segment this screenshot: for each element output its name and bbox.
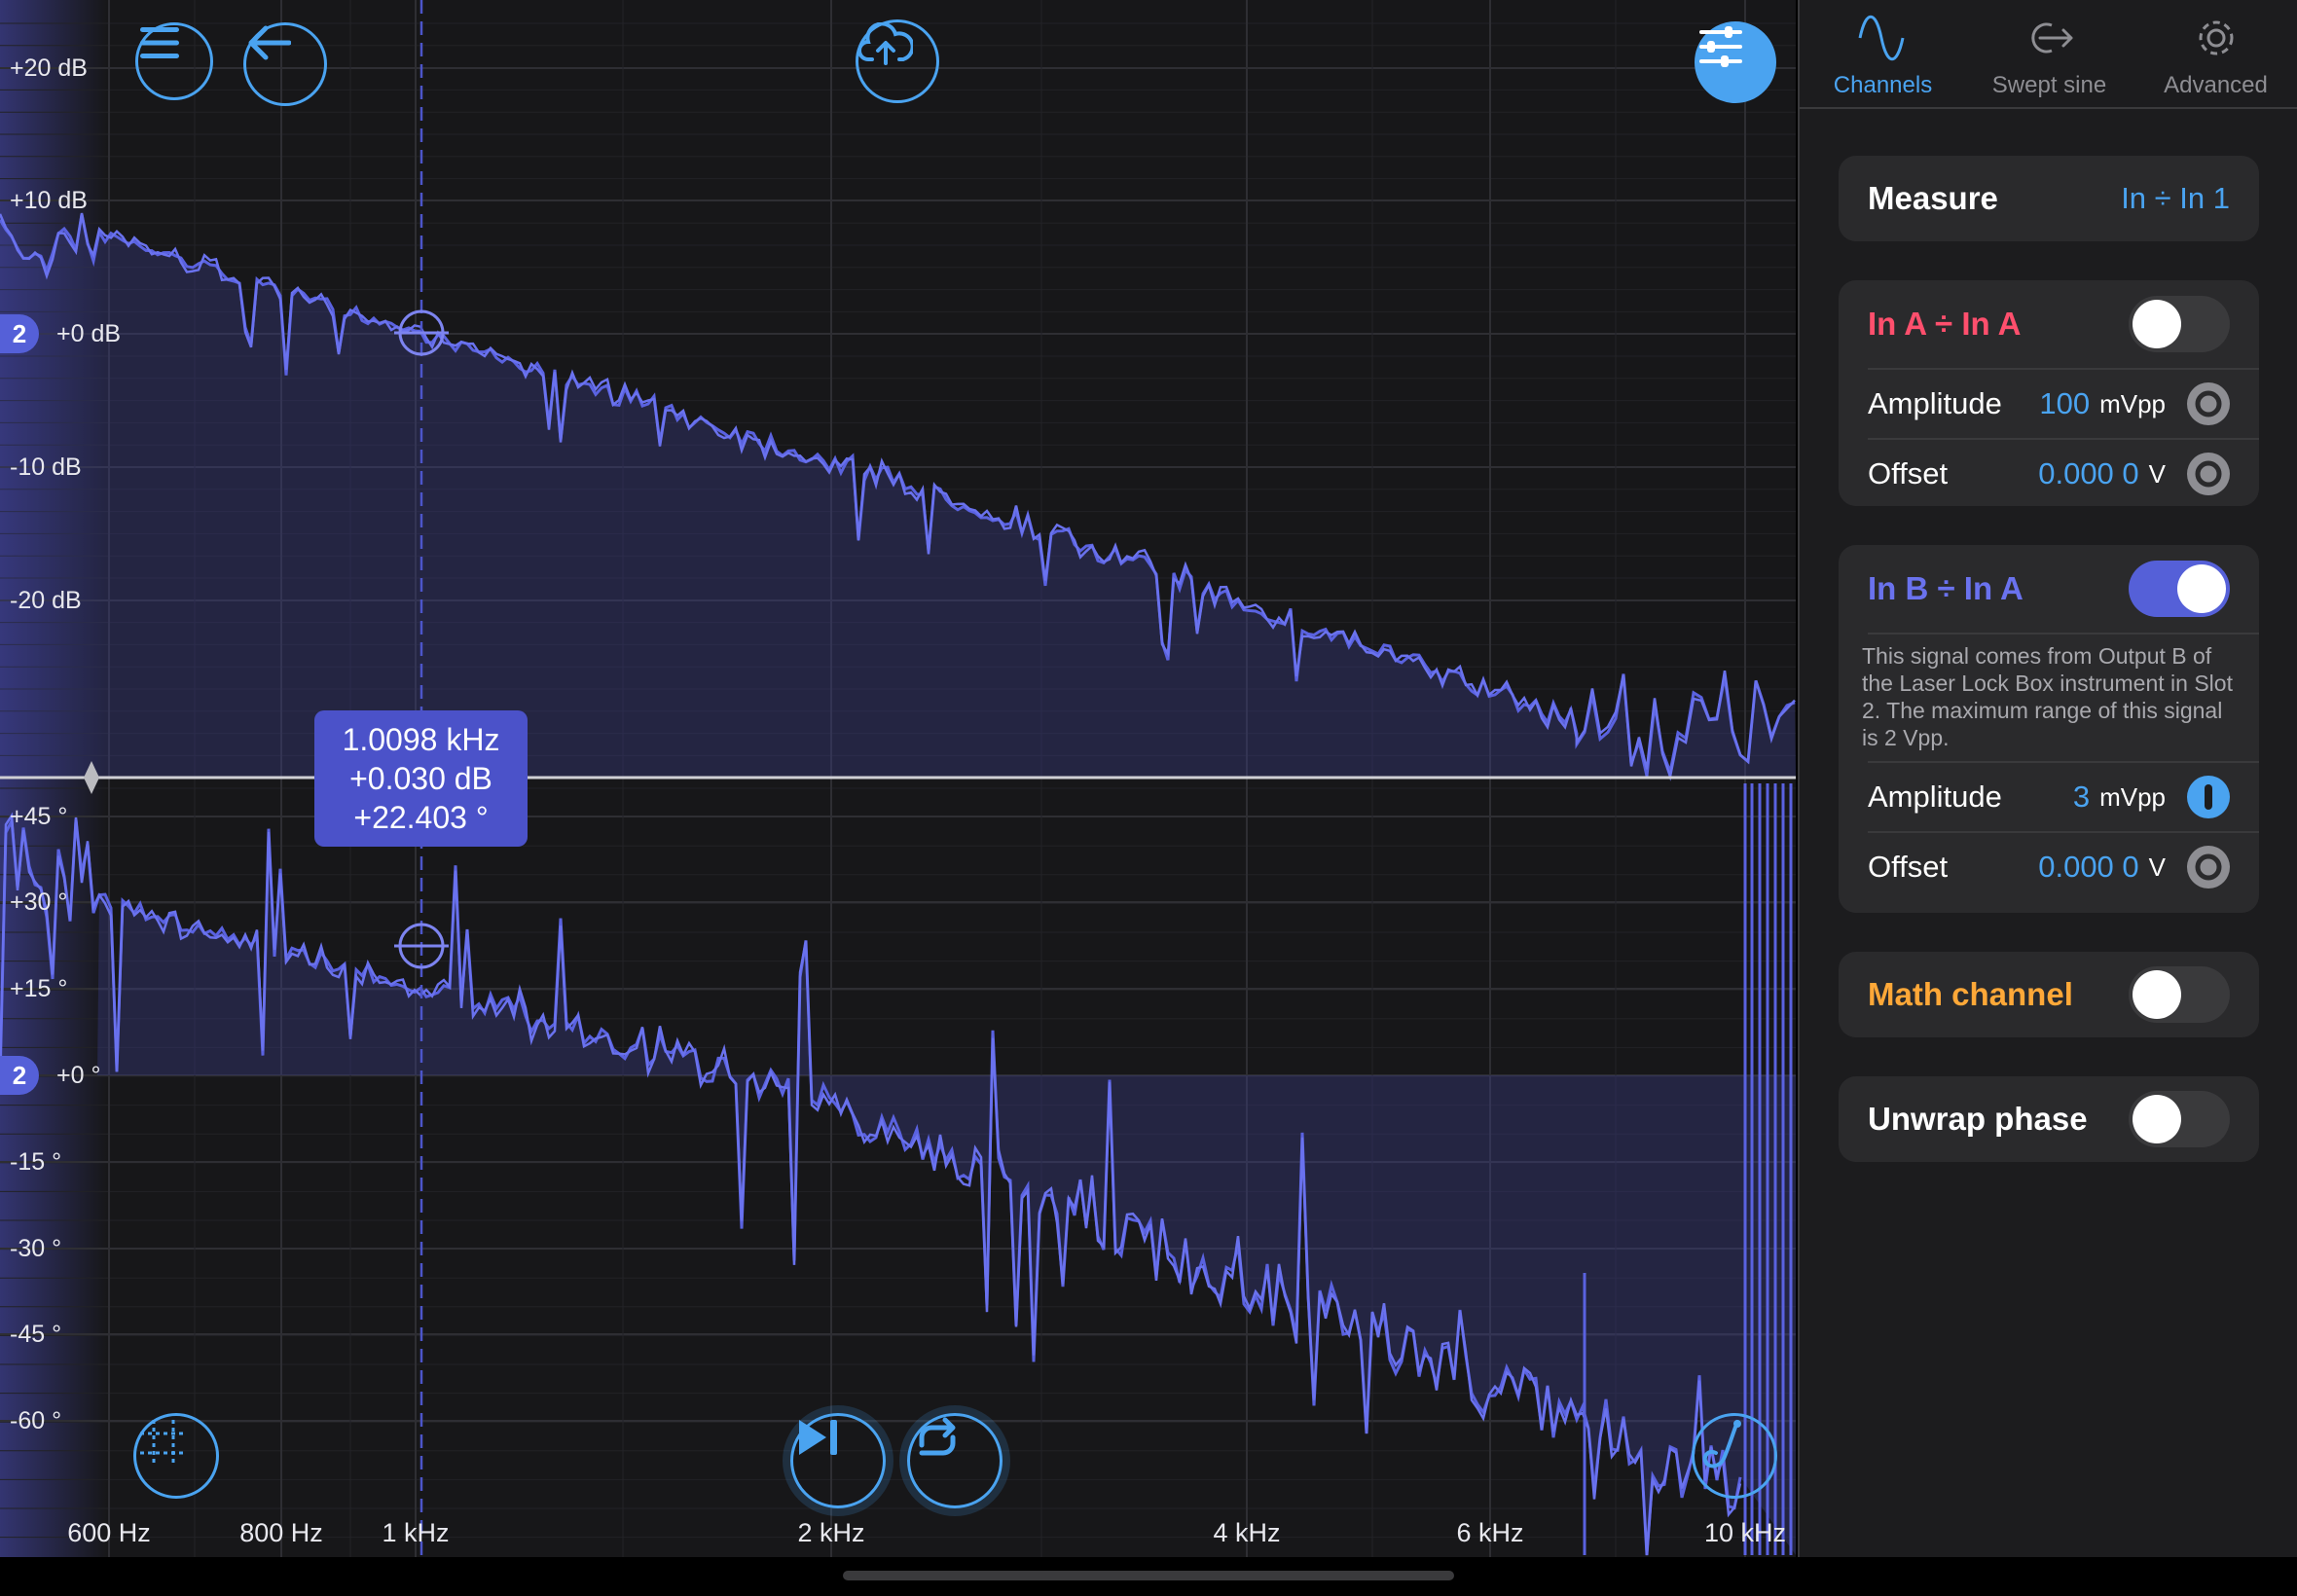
cursor-readout: 1.0098 kHz +0.030 dB +22.403 ° xyxy=(314,710,528,847)
frequency-axis-label: 10 kHz xyxy=(1703,1518,1787,1547)
magnitude-axis-label: -10 dB xyxy=(10,453,82,481)
back-arrow-icon xyxy=(248,25,291,60)
channel-marker-magnitude[interactable]: 2 xyxy=(0,314,39,353)
math-channel-label: Math channel xyxy=(1868,976,2073,1012)
bode-plot-svg xyxy=(0,0,1796,1557)
play-step-icon xyxy=(799,1420,837,1455)
measure-value[interactable]: In ÷ In 1 xyxy=(2121,181,2230,216)
back-button[interactable] xyxy=(243,22,327,106)
magnitude-fill xyxy=(0,214,1796,777)
in-a-offset-knob-icon[interactable] xyxy=(2187,453,2230,495)
sliders-icon xyxy=(1699,26,1742,67)
math-channel-card: Math channel xyxy=(1839,952,2259,1037)
loop-icon xyxy=(919,1417,956,1456)
magnitude-axis-label: +10 dB xyxy=(10,187,88,214)
in-a-offset-value[interactable]: 0.000 0 xyxy=(2038,456,2138,491)
in-b-amplitude-unit: mVpp xyxy=(2099,781,2166,812)
grid-crosshair-icon xyxy=(140,1420,187,1467)
menu-button[interactable] xyxy=(135,22,213,100)
panel-tabs: Channels Swept sine Advanced xyxy=(1800,0,2297,109)
magnitude-axis-label: +20 dB xyxy=(10,54,88,82)
magnitude-axis-label: -20 dB xyxy=(10,587,82,614)
in-a-offset-label: Offset xyxy=(1868,456,1949,490)
settings-sliders-button[interactable] xyxy=(1695,21,1776,103)
settings-panel: Channels Swept sine Advanced Measure In … xyxy=(1798,0,2297,1557)
upload-button[interactable] xyxy=(856,19,939,103)
in-b-toggle[interactable] xyxy=(2129,561,2230,617)
grid-toggle-button[interactable] xyxy=(133,1413,219,1499)
frequency-axis-label: 1 kHz xyxy=(382,1518,450,1547)
magnitude-axis-label: +0 dB xyxy=(56,320,122,347)
frequency-axis-label: 2 kHz xyxy=(797,1518,865,1547)
cloud-upload-icon xyxy=(858,22,913,65)
cursor-frequency: 1.0098 kHz xyxy=(342,722,500,757)
sweep-arrow-icon xyxy=(2030,22,2072,54)
phase-axis-label: -45 ° xyxy=(10,1321,62,1348)
probe-icon xyxy=(1702,1420,1741,1469)
tab-advanced[interactable]: Advanced xyxy=(2133,0,2297,107)
in-a-offset-unit: V xyxy=(2148,458,2166,489)
frequency-axis-label: 600 Hz xyxy=(67,1518,151,1547)
cursor-phase: +22.403 ° xyxy=(353,800,489,835)
in-a-amplitude-label: Amplitude xyxy=(1868,386,2002,420)
unwrap-phase-label: Unwrap phase xyxy=(1868,1101,2088,1137)
phase-axis-label: +0 ° xyxy=(56,1062,101,1089)
phase-axis-label: +45 ° xyxy=(10,803,68,830)
phase-axis-label: +15 ° xyxy=(10,975,68,1002)
unwrap-phase-card: Unwrap phase xyxy=(1839,1076,2259,1162)
frequency-axis-label: 6 kHz xyxy=(1456,1518,1524,1547)
in-a-amplitude-value[interactable]: 100 xyxy=(2039,386,2090,421)
tab-channels[interactable]: Channels xyxy=(1800,0,1966,107)
frequency-axis-label: 4 kHz xyxy=(1213,1518,1281,1547)
in-b-amplitude-label: Amplitude xyxy=(1868,780,2002,814)
phase-axis-label: -30 ° xyxy=(10,1235,62,1262)
in-a-amplitude-knob-icon[interactable] xyxy=(2187,382,2230,425)
probe-button[interactable] xyxy=(1692,1413,1777,1499)
channel-marker-phase[interactable]: 2 xyxy=(0,1056,39,1095)
in-a-amplitude-unit: mVpp xyxy=(2099,388,2166,418)
tab-channels-label: Channels xyxy=(1833,72,1933,98)
math-channel-toggle[interactable] xyxy=(2129,966,2230,1023)
cursor-magnitude: +0.030 dB xyxy=(349,761,492,796)
in-a-card: In A ÷ In A Amplitude 100 mVpp Offset 0.… xyxy=(1839,280,2259,506)
measure-card[interactable]: Measure In ÷ In 1 xyxy=(1839,156,2259,241)
hamburger-menu-icon xyxy=(140,27,179,58)
in-b-offset-unit: V xyxy=(2148,852,2166,882)
phase-axis-label: -60 ° xyxy=(10,1407,62,1434)
tab-swept-sine[interactable]: Swept sine xyxy=(1966,0,2133,107)
home-indicator[interactable] xyxy=(843,1571,1454,1580)
in-b-offset-knob-icon[interactable] xyxy=(2187,846,2230,889)
bode-plot-area[interactable]: +20 dB +10 dB +0 dB -10 dB -20 dB +45 ° +30 °… xyxy=(0,0,1796,1557)
continuous-sweep-button[interactable] xyxy=(907,1413,1003,1508)
phase-axis-label: -15 ° xyxy=(10,1148,62,1176)
sine-wave-icon xyxy=(1858,16,1904,60)
measure-label: Measure xyxy=(1868,180,1998,216)
single-sweep-button[interactable] xyxy=(790,1413,886,1508)
in-b-description: This signal comes from Output B of the L… xyxy=(1862,643,2233,750)
tab-advanced-label: Advanced xyxy=(2164,72,2268,98)
in-b-offset-value[interactable]: 0.000 0 xyxy=(2038,850,2138,885)
in-b-title: In B ÷ In A xyxy=(1868,570,2024,606)
unwrap-phase-toggle[interactable] xyxy=(2129,1091,2230,1147)
in-b-amplitude-value[interactable]: 3 xyxy=(2073,780,2090,815)
frequency-axis-label: 800 Hz xyxy=(239,1518,323,1547)
in-b-offset-label: Offset xyxy=(1868,850,1949,884)
in-b-card: In B ÷ In A This signal comes from Outpu… xyxy=(1839,545,2259,913)
phase-axis-label: +30 ° xyxy=(10,889,68,916)
tab-swept-sine-label: Swept sine xyxy=(1991,72,2107,98)
in-a-title: In A ÷ In A xyxy=(1868,306,2022,342)
in-a-toggle[interactable] xyxy=(2129,296,2230,352)
gear-icon xyxy=(2199,20,2233,55)
in-b-amplitude-knob-icon[interactable] xyxy=(2187,776,2230,818)
